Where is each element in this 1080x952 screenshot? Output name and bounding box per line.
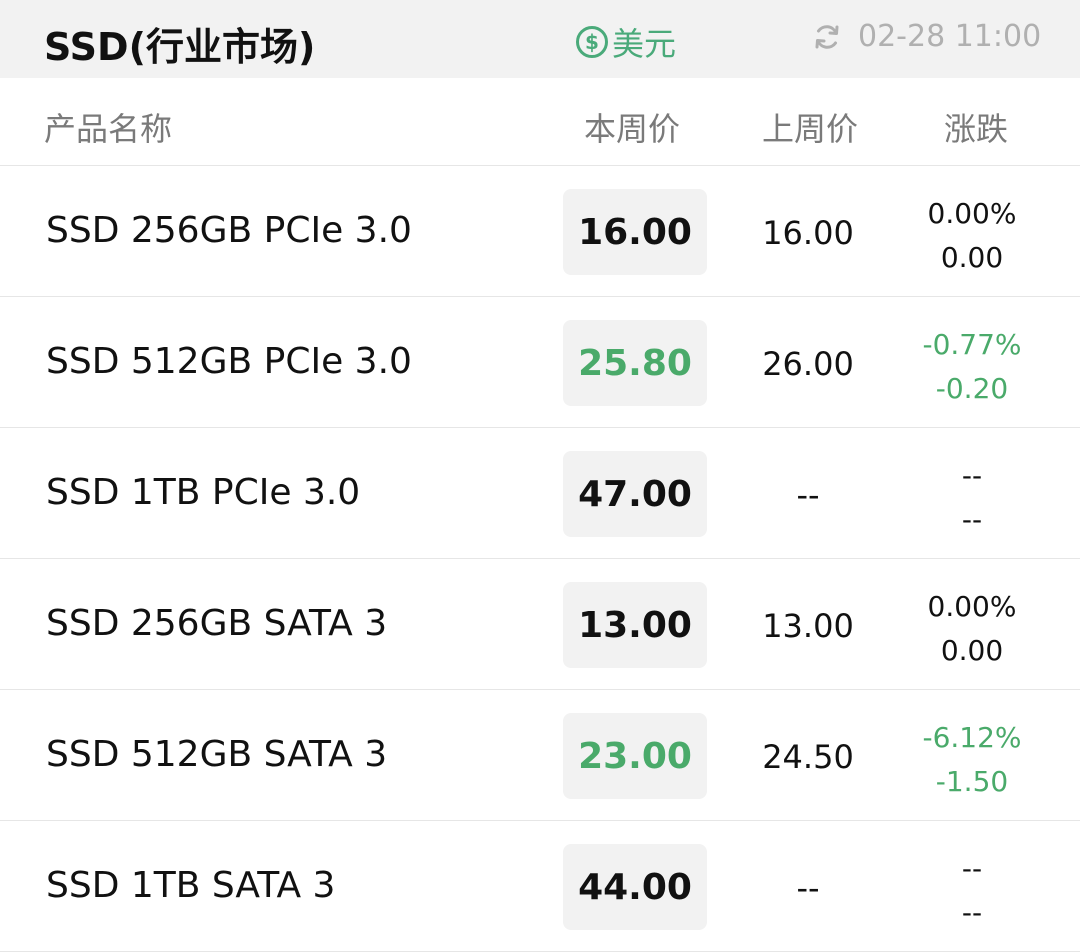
change-percent: -- xyxy=(961,459,983,492)
table-row[interactable]: SSD 512GB PCIe 3.0 25.80 26.00 -0.77% -0.20 xyxy=(0,297,1080,428)
price-change: 0.00% 0.00 xyxy=(902,585,1042,673)
update-time[interactable]: 02-28 11:00 xyxy=(812,19,1041,54)
product-name: SSD 1TB SATA 3 xyxy=(46,865,336,906)
top-bar: SSD(行业市场) $ 美元 02-28 11:00 xyxy=(0,0,1080,78)
header-product-name[interactable]: 产品名称 xyxy=(44,104,172,150)
update-time-text: 02-28 11:00 xyxy=(858,19,1042,54)
change-percent: -- xyxy=(961,852,983,885)
price-change: -- -- xyxy=(902,847,1042,935)
price-change: -6.12% -1.50 xyxy=(902,716,1042,804)
this-week-price: 16.00 xyxy=(563,189,707,275)
last-week-price: -- xyxy=(796,869,820,907)
product-name: SSD 1TB PCIe 3.0 xyxy=(46,472,361,513)
change-percent: -6.12% xyxy=(922,721,1022,754)
change-amount: 0.00 xyxy=(940,241,1004,274)
this-week-price: 47.00 xyxy=(563,451,707,537)
product-name: SSD 256GB PCIe 3.0 xyxy=(46,210,412,251)
table-row[interactable]: SSD 1TB SATA 3 44.00 -- -- -- xyxy=(0,821,1080,952)
change-amount: -0.20 xyxy=(935,372,1009,405)
table-row[interactable]: SSD 256GB PCIe 3.0 16.00 16.00 0.00% 0.00 xyxy=(0,166,1080,297)
price-change: -0.77% -0.20 xyxy=(902,323,1042,411)
last-week-price: 16.00 xyxy=(762,214,854,252)
change-amount: -- xyxy=(961,896,983,929)
change-amount: -1.50 xyxy=(935,765,1009,798)
this-week-price: 25.80 xyxy=(563,320,707,406)
this-week-price: 23.00 xyxy=(563,713,707,799)
last-week-price: 24.50 xyxy=(762,738,854,776)
header-last-week-price[interactable]: 上周价 xyxy=(762,104,858,150)
this-week-price: 44.00 xyxy=(563,844,707,930)
page-title: SSD(行业市场) xyxy=(44,25,316,69)
change-percent: 0.00% xyxy=(927,590,1017,623)
currency-label: 美元 xyxy=(612,25,677,63)
currency-toggle[interactable]: $ 美元 xyxy=(576,19,676,65)
table-header: 产品名称 本周价 上周价 涨跌 xyxy=(0,78,1080,166)
product-name: SSD 512GB SATA 3 xyxy=(46,734,388,775)
change-percent: 0.00% xyxy=(927,197,1017,230)
table-row[interactable]: SSD 1TB PCIe 3.0 47.00 -- -- -- xyxy=(0,428,1080,559)
table-row[interactable]: SSD 512GB SATA 3 23.00 24.50 -6.12% -1.50 xyxy=(0,690,1080,821)
change-amount: -- xyxy=(961,503,983,536)
change-percent: -0.77% xyxy=(922,328,1022,361)
header-this-week-price[interactable]: 本周价 xyxy=(584,104,680,150)
price-change: -- -- xyxy=(902,454,1042,542)
refresh-icon[interactable] xyxy=(812,22,842,52)
header-change[interactable]: 涨跌 xyxy=(944,104,1008,150)
this-week-price: 13.00 xyxy=(563,582,707,668)
price-change: 0.00% 0.00 xyxy=(902,192,1042,280)
last-week-price: -- xyxy=(796,476,820,514)
last-week-price: 26.00 xyxy=(762,345,854,383)
change-amount: 0.00 xyxy=(940,634,1004,667)
product-name: SSD 256GB SATA 3 xyxy=(46,603,388,644)
last-week-price: 13.00 xyxy=(762,607,854,645)
dollar-circle-icon: $ xyxy=(576,26,608,58)
product-name: SSD 512GB PCIe 3.0 xyxy=(46,341,412,382)
table-row[interactable]: SSD 256GB SATA 3 13.00 13.00 0.00% 0.00 xyxy=(0,559,1080,690)
